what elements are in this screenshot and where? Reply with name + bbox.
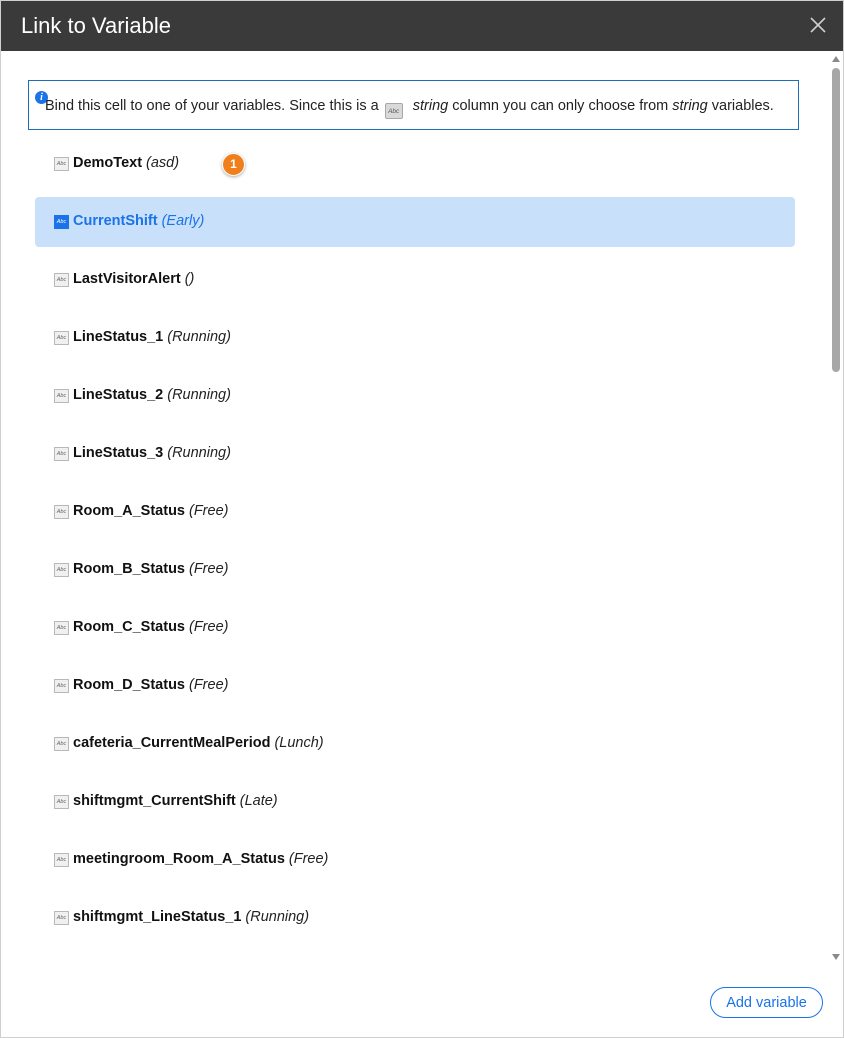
variable-name: LineStatus_1: [73, 329, 164, 345]
dialog-title: Link to Variable: [21, 13, 172, 38]
variable-label: Room_C_Status (Free): [73, 619, 228, 635]
variable-label: Room_D_Status (Free): [73, 677, 228, 693]
info-text-before: Bind this cell to one of your variables.…: [45, 98, 379, 114]
variable-item[interactable]: Abc shiftmgmt_CurrentShift (Late): [35, 777, 795, 827]
string-type-icon: Abc: [54, 911, 69, 925]
variable-name: Room_C_Status: [73, 619, 185, 635]
variable-label: shiftmgmt_CurrentShift (Late): [73, 793, 278, 809]
link-variable-dialog: Link to Variable i Bind this cell to one…: [0, 0, 844, 1038]
variable-name: Room_D_Status: [73, 677, 185, 693]
variable-label: Room_B_Status (Free): [73, 561, 228, 577]
variable-value: (): [184, 271, 195, 287]
variable-value: (Free): [189, 503, 229, 519]
scroll-thumb[interactable]: [832, 68, 840, 372]
variable-value: (Running): [167, 329, 231, 345]
variable-value: (Running): [167, 387, 231, 403]
variable-value: (Free): [189, 677, 229, 693]
string-type-icon: Abc: [54, 563, 69, 577]
variable-value: (Lunch): [274, 735, 324, 751]
variable-label: CurrentShift (Early): [73, 213, 204, 229]
variable-name: LastVisitorAlert: [73, 271, 181, 287]
info-text-middle: column you can only choose from: [452, 98, 669, 114]
variable-label: LineStatus_2 (Running): [73, 387, 231, 403]
dialog-footer: Add variable: [1, 967, 843, 1037]
info-type-word: string: [412, 98, 449, 114]
string-type-icon: Abc: [384, 103, 403, 119]
dialog-titlebar: Link to Variable: [1, 1, 843, 51]
variable-label: LineStatus_1 (Running): [73, 329, 231, 345]
variable-list: Abc DemoText (asd) Abc CurrentShift (Early) Ab…: [35, 139, 795, 951]
variable-item[interactable]: Abc LineStatus_2 (Running): [35, 371, 795, 421]
string-type-icon: Abc: [54, 853, 69, 867]
variable-value: (Free): [189, 561, 229, 577]
variable-name: shiftmgmt_CurrentShift: [73, 793, 236, 809]
variable-value: (Free): [288, 851, 329, 867]
string-type-icon: Abc: [54, 215, 69, 229]
variable-value: (Running): [245, 909, 310, 925]
variable-item[interactable]: Abc LineStatus_1 (Running): [35, 313, 795, 363]
variable-name: CurrentShift: [73, 213, 158, 229]
scrollbar[interactable]: [829, 51, 843, 967]
variable-label: cafeteria_CurrentMealPeriod (Lunch): [73, 735, 324, 751]
variable-item[interactable]: Abc LineStatus_3 (Running): [35, 429, 795, 479]
scroll-down-icon[interactable]: [832, 954, 840, 960]
string-type-icon: Abc: [54, 447, 69, 461]
string-type-icon: Abc: [54, 621, 69, 635]
variable-name: LineStatus_3: [73, 445, 164, 461]
variable-name: DemoText: [73, 155, 143, 171]
variable-value: (Late): [239, 793, 278, 809]
string-type-icon: Abc: [54, 737, 69, 751]
info-type-word-2: string: [672, 98, 708, 114]
variable-value: (Running): [167, 445, 231, 461]
info-text-after: variables.: [711, 98, 774, 114]
string-type-icon: Abc: [54, 157, 69, 171]
add-variable-button[interactable]: Add variable: [710, 987, 823, 1018]
string-type-icon: Abc: [54, 505, 69, 519]
variable-item[interactable]: Abc Room_D_Status (Free): [35, 661, 795, 711]
variable-item[interactable]: Abc cafeteria_CurrentMealPeriod (Lunch): [35, 719, 795, 769]
variable-item[interactable]: Abc meetingroom_Room_A_Status (Free): [35, 835, 795, 885]
variable-label: meetingroom_Room_A_Status (Free): [73, 851, 328, 867]
info-box: i Bind this cell to one of your variable…: [28, 80, 799, 130]
variable-item[interactable]: Abc Room_C_Status (Free): [35, 603, 795, 653]
variable-label: LineStatus_3 (Running): [73, 445, 231, 461]
info-text: Bind this cell to one of your variables.…: [45, 98, 774, 119]
variable-item[interactable]: Abc Room_B_Status (Free): [35, 545, 795, 595]
variable-item[interactable]: Abc shiftmgmt_LineStatus_1 (Running): [35, 893, 795, 943]
close-icon[interactable]: [809, 16, 827, 34]
variable-name: cafeteria_CurrentMealPeriod: [73, 735, 271, 751]
dialog-content: i Bind this cell to one of your variable…: [1, 51, 843, 967]
variable-value: (Early): [161, 213, 205, 229]
step-badge: 1: [222, 153, 245, 176]
scroll-up-icon[interactable]: [832, 56, 840, 62]
variable-item[interactable]: Abc LastVisitorAlert(): [35, 255, 795, 305]
variable-item[interactable]: Abc CurrentShift (Early): [35, 197, 795, 247]
variable-name: meetingroom_Room_A_Status: [73, 851, 285, 867]
string-type-icon: Abc: [54, 389, 69, 403]
string-type-icon: Abc: [54, 273, 69, 287]
variable-name: Room_B_Status: [73, 561, 185, 577]
variable-label: shiftmgmt_LineStatus_1 (Running): [73, 909, 309, 925]
string-type-icon: Abc: [54, 795, 69, 809]
variable-label: Room_A_Status (Free): [73, 503, 228, 519]
string-type-icon: Abc: [54, 679, 69, 693]
variable-name: shiftmgmt_LineStatus_1: [73, 909, 242, 925]
variable-value: (Free): [189, 619, 229, 635]
variable-value: (asd): [146, 155, 180, 171]
variable-item[interactable]: Abc DemoText (asd): [35, 139, 795, 189]
variable-label: DemoText (asd): [73, 155, 179, 171]
string-type-icon: Abc: [54, 331, 69, 345]
variable-name: LineStatus_2: [73, 387, 164, 403]
variable-item[interactable]: Abc Room_A_Status (Free): [35, 487, 795, 537]
variable-name: Room_A_Status: [73, 503, 185, 519]
variable-label: LastVisitorAlert(): [73, 271, 194, 287]
